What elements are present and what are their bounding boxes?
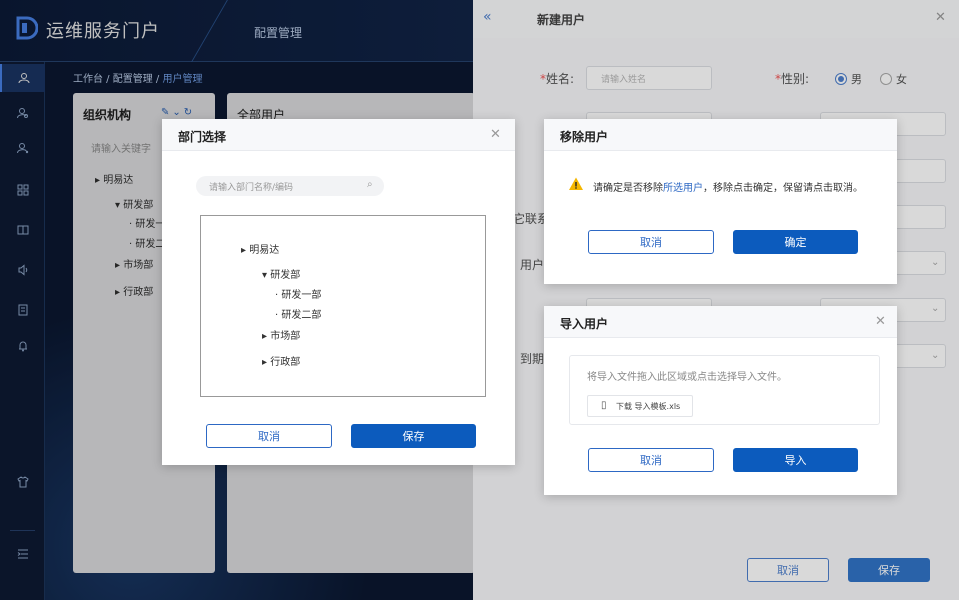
modal-header: 导入用户 ✕ <box>544 306 897 338</box>
dept-search-input[interactable]: 请输入部门名称/编码 ⌕ <box>196 176 384 196</box>
tree-node[interactable]: ▸ 市场部 <box>262 327 300 342</box>
screen: 运维服务门户 配置管理 工作台 / 配置管理 / 用户管理 组织机构 ✎⌄↻ 请… <box>0 0 959 600</box>
import-user-modal: 导入用户 ✕ 将导入文件拖入此区域或点击选择导入文件。 ▯ 下载 导入模板.xl… <box>544 306 897 495</box>
modal-header: 移除用户 <box>544 119 897 151</box>
drop-zone-text: 将导入文件拖入此区域或点击选择导入文件。 <box>587 372 787 383</box>
tree-node[interactable]: · 研发二部 <box>275 306 321 321</box>
tree-node[interactable]: ▸ 行政部 <box>262 353 300 368</box>
search-placeholder: 请输入部门名称/编码 <box>209 183 294 193</box>
selected-users-link[interactable]: 所选用户 <box>663 183 703 194</box>
file-drop-zone[interactable]: 将导入文件拖入此区域或点击选择导入文件。 ▯ 下载 导入模板.xls <box>569 355 880 425</box>
remove-message: 请确定是否移除所选用户，移除点击确定，保留请点击取消。 <box>593 183 863 194</box>
warning-icon <box>568 176 584 192</box>
modal-title: 移除用户 <box>560 130 609 144</box>
download-template-label: 下载 导入模板.xls <box>616 402 681 411</box>
dept-tree-box: ▸ 明易达 ▾ 研发部 · 研发一部 · 研发二部 ▸ 市场部 ▸ 行政部 <box>200 215 486 397</box>
dept-save-button[interactable]: 保存 <box>351 424 476 448</box>
tree-node[interactable]: ▸ 明易达 <box>241 241 279 256</box>
search-icon[interactable]: ⌕ <box>367 179 373 190</box>
tree-node[interactable]: ▾ 研发部 <box>262 266 300 281</box>
import-cancel-button[interactable]: 取消 <box>588 448 714 472</box>
drawer-backdrop <box>473 0 959 600</box>
remove-confirm-button[interactable]: 确定 <box>733 230 858 254</box>
close-icon[interactable]: ✕ <box>875 314 886 329</box>
remove-user-modal: 移除用户 请确定是否移除所选用户，移除点击确定，保留请点击取消。 取消 确定 <box>544 119 897 284</box>
modal-title: 部门选择 <box>178 130 227 144</box>
close-icon[interactable]: ✕ <box>490 127 501 142</box>
tree-node[interactable]: · 研发一部 <box>275 286 321 301</box>
modal-title: 导入用户 <box>560 317 609 331</box>
dept-cancel-button[interactable]: 取消 <box>206 424 332 448</box>
remove-cancel-button[interactable]: 取消 <box>588 230 714 254</box>
modal-header: 部门选择 ✕ <box>162 119 515 151</box>
download-template-button[interactable]: ▯ 下载 导入模板.xls <box>587 395 693 417</box>
dept-select-modal: 部门选择 ✕ 请输入部门名称/编码 ⌕ ▸ 明易达 ▾ 研发部 · 研发一部 ·… <box>162 119 515 465</box>
file-icon: ▯ <box>601 400 607 411</box>
import-confirm-button[interactable]: 导入 <box>733 448 858 472</box>
